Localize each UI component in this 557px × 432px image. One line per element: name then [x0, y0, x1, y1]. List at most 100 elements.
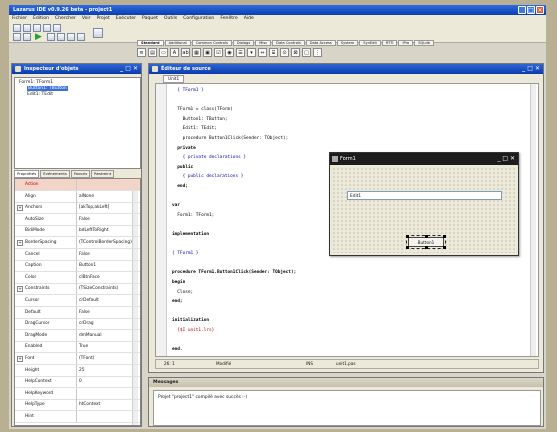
editor-vertical-scrollbar[interactable] — [530, 84, 536, 356]
save-icon[interactable] — [33, 24, 41, 32]
menu-item[interactable]: Voir — [82, 15, 91, 22]
property-row[interactable]: Cursor crDefault — [15, 295, 140, 307]
property-value[interactable]: False — [79, 307, 137, 318]
palette-tab[interactable]: SQLdb — [414, 40, 434, 46]
property-value[interactable]: crDrag — [79, 318, 137, 329]
property-value[interactable]: 0 — [79, 376, 137, 387]
property-row[interactable]: + Anchors [akTop,akLeft] — [15, 202, 140, 215]
property-value[interactable]: dmManual — [79, 330, 137, 341]
tlistbox-icon[interactable]: ☰ — [236, 48, 245, 57]
menu-item[interactable]: Outils — [164, 15, 177, 22]
tedit-icon[interactable]: ab — [181, 48, 190, 57]
close-file-icon[interactable] — [53, 24, 61, 32]
property-row[interactable]: + BorderSpacing (TControlBorderSpacing) — [15, 237, 140, 249]
menu-item[interactable]: Exécuter — [116, 15, 136, 22]
tcombobox-icon[interactable]: ▾ — [247, 48, 256, 57]
property-value[interactable]: True — [79, 341, 137, 352]
view-units-icon[interactable] — [13, 33, 21, 41]
inspector-tab[interactable]: Événements — [40, 170, 70, 178]
tactionlist-icon[interactable]: ⋮ — [313, 48, 322, 57]
property-value[interactable]: (TControlBorderSpacing) — [79, 237, 137, 248]
property-row[interactable]: + Constraints (TSizeConstraints) — [15, 283, 140, 296]
property-row[interactable]: HelpContext 0 — [15, 376, 140, 389]
palette-tab[interactable]: Common Controls — [191, 40, 232, 46]
property-row[interactable]: Caption Button1 — [15, 260, 140, 273]
inspector-tab[interactable]: Propriétés — [14, 170, 40, 178]
inspector-tab[interactable]: Favoris — [70, 170, 91, 178]
property-row[interactable]: Color clBtnFace — [15, 271, 140, 284]
palette-tab[interactable]: System — [336, 40, 359, 46]
property-row[interactable]: Enabled True — [15, 341, 140, 354]
maximize-icon[interactable]: □ — [527, 6, 535, 14]
tgroupbox-icon[interactable]: ⌸ — [269, 48, 278, 57]
run-to-cursor-icon[interactable] — [77, 33, 85, 41]
tradiogroup-icon[interactable]: ⊙ — [280, 48, 289, 57]
pause-icon[interactable] — [47, 33, 55, 41]
open-icon[interactable] — [23, 24, 31, 32]
palette-tab[interactable]: Additional — [164, 40, 191, 46]
tree-item-edit[interactable]: Edit1: TEdit — [27, 92, 53, 97]
tcheckbox-icon[interactable]: ☑ — [214, 48, 223, 57]
property-value[interactable]: False — [79, 249, 137, 260]
property-row[interactable]: Cancel False — [15, 248, 140, 261]
resize-handle-br[interactable] — [443, 246, 446, 249]
palette-tab[interactable]: IPro — [398, 40, 414, 46]
menu-item[interactable]: Chercher — [55, 15, 76, 22]
menu-item[interactable]: Configuration — [183, 15, 214, 22]
property-value[interactable]: Button1 — [79, 260, 137, 271]
tradiobutton-icon[interactable]: ◉ — [225, 48, 234, 57]
menu-item[interactable]: Projet — [97, 15, 110, 22]
save-all-icon[interactable] — [43, 24, 51, 32]
tscrollbar-icon[interactable]: ⇔ — [258, 48, 267, 57]
palette-tab[interactable]: Data Access — [305, 40, 336, 46]
property-row[interactable]: DragMode dmManual — [15, 329, 140, 342]
step-into-icon[interactable] — [57, 33, 65, 41]
property-row[interactable]: Align alNone — [15, 190, 140, 203]
property-value[interactable]: clBtnFace — [79, 272, 137, 283]
property-value[interactable]: htContext — [79, 399, 137, 410]
property-row[interactable]: Height 25 — [15, 364, 140, 377]
palette-tab[interactable]: SynEdit — [359, 40, 381, 46]
property-value[interactable]: alNone — [79, 191, 137, 202]
inspector-tab[interactable]: Restreint — [91, 170, 115, 178]
palette-tab[interactable]: Data Controls — [272, 40, 305, 46]
menu-item[interactable]: Édition — [33, 15, 49, 22]
menu-item[interactable]: Fichier — [12, 15, 27, 22]
palette-tab[interactable]: Misc — [255, 40, 272, 46]
tmainmenu-icon[interactable]: ≡ — [137, 48, 146, 57]
view-forms-icon[interactable] — [23, 33, 31, 41]
palette-tab[interactable]: RTTI — [381, 40, 398, 46]
property-row[interactable]: Default False — [15, 306, 140, 319]
property-value[interactable]: bdLeftToRight — [79, 225, 137, 236]
property-value[interactable]: [akTop,akLeft] — [79, 202, 137, 213]
expand-icon[interactable]: + — [17, 205, 23, 212]
property-value[interactable]: (TSizeConstraints) — [79, 283, 137, 294]
new-unit-icon[interactable] — [13, 24, 21, 32]
pointer-icon[interactable] — [93, 28, 103, 38]
property-row[interactable]: HelpType htContext — [15, 399, 140, 412]
resize-handle-tr[interactable] — [443, 235, 446, 238]
tmemo-icon[interactable]: ▦ — [192, 48, 201, 57]
tpanel-icon[interactable]: □ — [302, 48, 311, 57]
property-row[interactable]: Action — [15, 179, 140, 191]
property-row[interactable]: DragCursor crDrag — [15, 318, 140, 331]
menu-item[interactable]: Paquet — [142, 15, 158, 22]
expand-icon[interactable]: + — [17, 356, 23, 362]
inspector-window-controls[interactable]: _ □ ✕ — [120, 64, 138, 74]
tbutton-icon[interactable]: ▭ — [159, 48, 168, 57]
run-icon[interactable]: ▶ — [35, 33, 43, 42]
property-value[interactable]: crDefault — [79, 295, 137, 306]
message-line[interactable]: Projet "project1" compilé avec succès :-… — [158, 395, 247, 400]
property-value[interactable]: (TFont) — [79, 353, 137, 364]
tree-item-button[interactable]: Button1: TButton — [27, 86, 68, 91]
design-grid[interactable]: Edit1 Button1 — [332, 167, 516, 253]
edit1-field[interactable]: Edit1 — [347, 191, 502, 200]
menu-item[interactable]: Fenêtre — [220, 15, 237, 22]
tree-item-form[interactable]: Form1: TForm1 — [19, 80, 53, 85]
minimize-icon[interactable]: _ — [518, 6, 526, 14]
expand-icon[interactable]: + — [17, 286, 23, 293]
ttogglebox-icon[interactable]: ▣ — [203, 48, 212, 57]
tcheckgroup-icon[interactable]: ⊠ — [291, 48, 300, 57]
tpopupmenu-icon[interactable]: ▤ — [148, 48, 157, 57]
property-row[interactable]: Hint — [15, 411, 140, 423]
